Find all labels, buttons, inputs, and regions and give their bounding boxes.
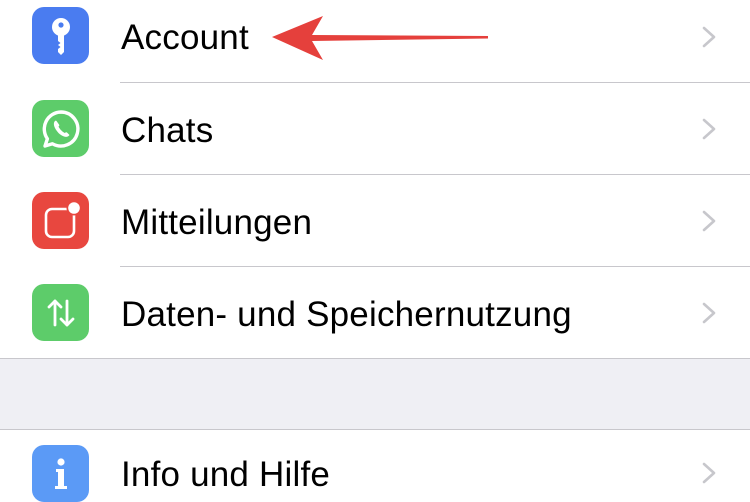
chevron-right-icon xyxy=(702,210,716,232)
data-transfer-icon xyxy=(32,284,89,341)
settings-row-label: Daten- und Speichernutzung xyxy=(121,295,572,334)
settings-row-help[interactable]: Info und Hilfe xyxy=(0,430,750,502)
chevron-right-icon xyxy=(702,26,716,48)
settings-row-data-storage[interactable]: Daten- und Speichernutzung xyxy=(0,267,750,359)
chevron-right-icon xyxy=(702,118,716,140)
settings-row-label: Info und Hilfe xyxy=(121,455,331,494)
settings-row-notifications[interactable]: Mitteilungen xyxy=(0,175,750,267)
annotation-arrow-icon xyxy=(272,16,488,60)
whatsapp-icon xyxy=(32,100,89,157)
settings-row-label: Mitteilungen xyxy=(121,203,313,242)
settings-row-label: Account xyxy=(121,18,249,57)
settings-row-chats[interactable]: Chats xyxy=(0,83,750,175)
chevron-right-icon xyxy=(702,462,716,484)
notification-icon xyxy=(32,192,89,249)
key-icon xyxy=(32,7,89,64)
info-icon xyxy=(32,445,89,502)
chevron-right-icon xyxy=(702,302,716,324)
settings-row-label: Chats xyxy=(121,111,214,150)
group-separator xyxy=(0,359,750,429)
